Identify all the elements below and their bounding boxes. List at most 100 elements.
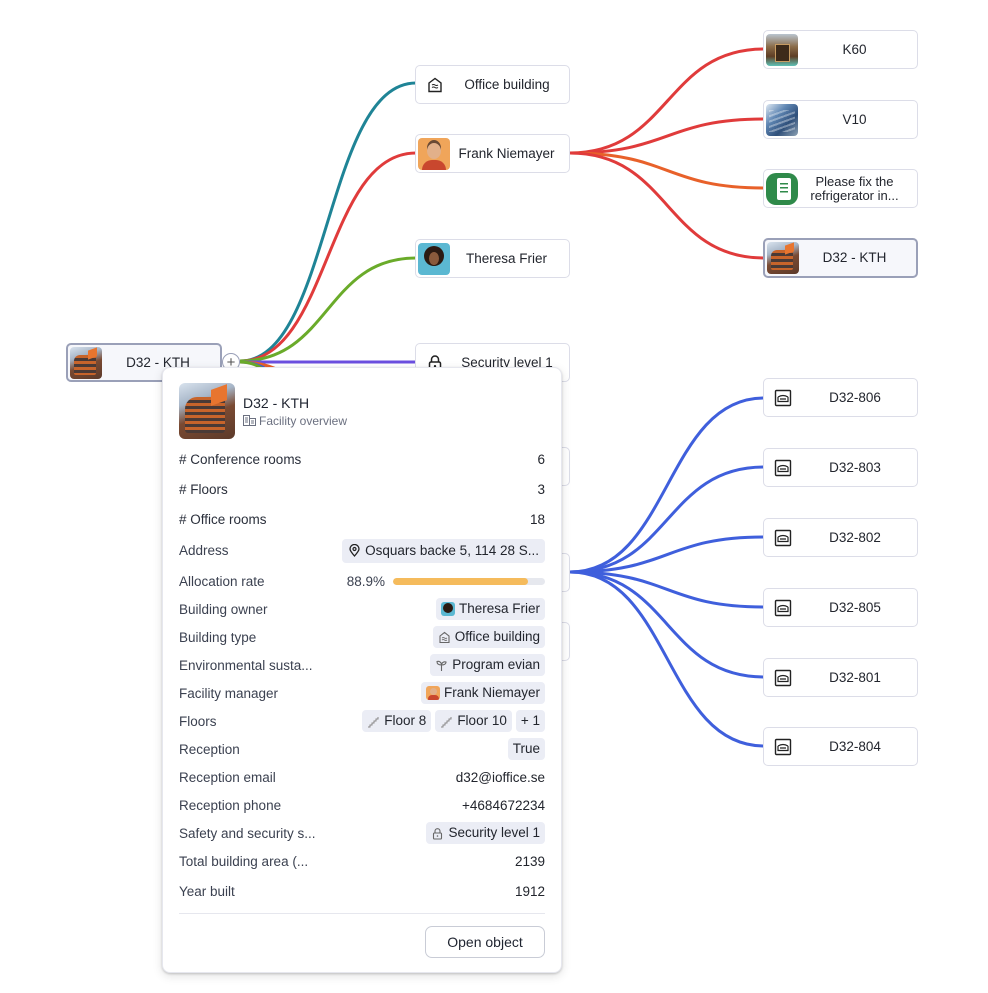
row-conference-rooms: # Conference rooms 6 — [179, 444, 545, 474]
row-label: Reception phone — [179, 797, 282, 813]
row-reception: Reception True — [179, 735, 545, 763]
office-building-icon — [439, 631, 450, 643]
building-photo-thumbnail — [179, 383, 235, 439]
node-room[interactable]: D32-805 — [763, 588, 918, 627]
row-reception-email: Reception email d32@ioffice.se — [179, 763, 545, 791]
progress-fill — [393, 577, 529, 585]
row-label: Reception email — [179, 769, 276, 785]
location-pin-icon — [349, 544, 360, 557]
row-label: # Office rooms — [179, 511, 267, 527]
node-label: D32-803 — [829, 459, 881, 475]
row-label: Address — [179, 543, 229, 558]
node-room[interactable]: D32-802 — [763, 518, 918, 557]
avatar-frank — [418, 137, 450, 170]
open-object-button[interactable]: Open object — [425, 926, 545, 958]
node-room[interactable]: D32-803 — [763, 448, 918, 487]
row-label: Reception — [179, 741, 240, 757]
stairs-icon — [441, 716, 452, 727]
environmental-chip[interactable]: Program evian — [430, 654, 545, 676]
edge-root-office-building — [239, 81, 417, 363]
building-photo-thumbnail — [70, 346, 102, 379]
node-room[interactable]: D32-806 — [763, 378, 918, 417]
node-label: D32 - KTH — [822, 250, 887, 265]
row-reception-phone: Reception phone +4684672234 — [179, 791, 545, 819]
edge-frank-d32 — [569, 151, 765, 260]
room-icon — [767, 592, 799, 624]
row-year-built: Year built 1912 — [179, 876, 545, 906]
manager-name: Frank Niemayer — [443, 685, 540, 700]
building-photo-k60 — [766, 33, 798, 66]
avatar-frank — [425, 686, 440, 700]
more-floors-chip[interactable]: + 1 — [515, 710, 545, 732]
building-type-chip[interactable]: Office building — [432, 626, 545, 648]
row-label: # Conference rooms — [179, 451, 302, 467]
node-office-building[interactable]: Office building — [415, 65, 570, 104]
popup-header: D32 - KTH Facility overview — [179, 383, 347, 439]
address-value: Osquars backe 5, 114 28 S... — [365, 542, 539, 558]
building-type-value: Office building — [454, 629, 540, 644]
node-frank-niemayer[interactable]: Frank Niemayer — [415, 134, 570, 173]
room-icon — [767, 522, 799, 554]
sprout-icon — [436, 660, 447, 671]
building-owner-chip[interactable]: Theresa Frier — [435, 598, 545, 620]
node-label: D32-801 — [829, 669, 881, 685]
node-theresa-frier[interactable]: Theresa Frier — [415, 239, 570, 278]
row-environmental: Environmental susta... Program evian — [179, 651, 545, 679]
row-value: 6 — [537, 451, 545, 467]
owner-name: Theresa Frier — [458, 601, 540, 616]
row-value: 1912 — [514, 883, 545, 899]
row-safety: Safety and security s... Security level … — [179, 819, 545, 847]
reception-value-chip: True — [507, 738, 545, 760]
node-label: V10 — [842, 111, 867, 127]
row-value: +4684672234 — [462, 797, 545, 813]
edge-room-804 — [569, 570, 765, 748]
node-label: D32-806 — [829, 389, 881, 405]
node-task-refrigerator[interactable]: Please fix the refrigerator in... — [763, 169, 918, 208]
avatar-theresa — [440, 602, 455, 616]
node-room[interactable]: D32-804 — [763, 727, 918, 766]
edge-frank-task — [569, 151, 765, 190]
popup-subtitle: Facility overview — [243, 414, 347, 428]
office-building-icon — [419, 69, 451, 101]
object-preview-popup: D32 - KTH Facility overview # Conference… — [162, 367, 562, 973]
row-floors-count: # Floors 3 — [179, 474, 545, 504]
floor-chip[interactable]: Floor 10 — [435, 710, 512, 732]
facility-icon — [243, 415, 256, 426]
floor-chip-label: Floor 10 — [457, 713, 507, 728]
node-room[interactable]: D32-801 — [763, 658, 918, 697]
stairs-icon — [368, 716, 379, 727]
room-icon — [767, 452, 799, 484]
environmental-value: Program evian — [452, 657, 540, 672]
safety-chip[interactable]: Security level 1 — [426, 822, 545, 844]
node-v10[interactable]: V10 — [763, 100, 918, 139]
row-label: Allocation rate — [179, 573, 265, 589]
row-label: Total building area (... — [179, 854, 309, 869]
node-label: D32-802 — [829, 529, 881, 545]
row-value: 18 — [529, 511, 545, 527]
row-label: Building type — [179, 629, 257, 645]
row-label: Facility manager — [179, 685, 279, 701]
subtitle-text: Facility overview — [259, 413, 348, 428]
edge-room-806 — [569, 396, 765, 574]
edge-root-theresa — [239, 256, 417, 363]
building-photo-thumbnail — [767, 242, 799, 274]
node-label: Theresa Frier — [465, 250, 548, 266]
progress-track — [393, 577, 545, 585]
row-total-area: Total building area (... 2139 — [179, 847, 545, 876]
address-chip[interactable]: Osquars backe 5, 114 28 S... — [342, 538, 545, 563]
floor-chip[interactable]: Floor 8 — [362, 710, 432, 732]
allocation-value: 88.9% — [346, 573, 385, 589]
row-label: Year built — [179, 883, 235, 899]
row-facility-manager: Facility manager Frank Niemayer — [179, 679, 545, 707]
node-d32-kth[interactable]: D32 - KTH — [763, 238, 918, 278]
lock-icon — [433, 827, 443, 840]
row-allocation-rate: Allocation rate 88.9% — [179, 567, 545, 595]
node-k60[interactable]: K60 — [763, 30, 918, 69]
facility-manager-chip[interactable]: Frank Niemayer — [420, 682, 545, 704]
reception-email-link[interactable]: d32@ioffice.se — [456, 770, 545, 785]
floor-chip-label: Floor 8 — [384, 713, 427, 728]
row-office-rooms: # Office rooms 18 — [179, 504, 545, 534]
row-building-owner: Building owner Theresa Frier — [179, 595, 545, 623]
edge-frank-v10 — [569, 117, 765, 155]
allocation-progress: 88.9% — [347, 574, 545, 589]
